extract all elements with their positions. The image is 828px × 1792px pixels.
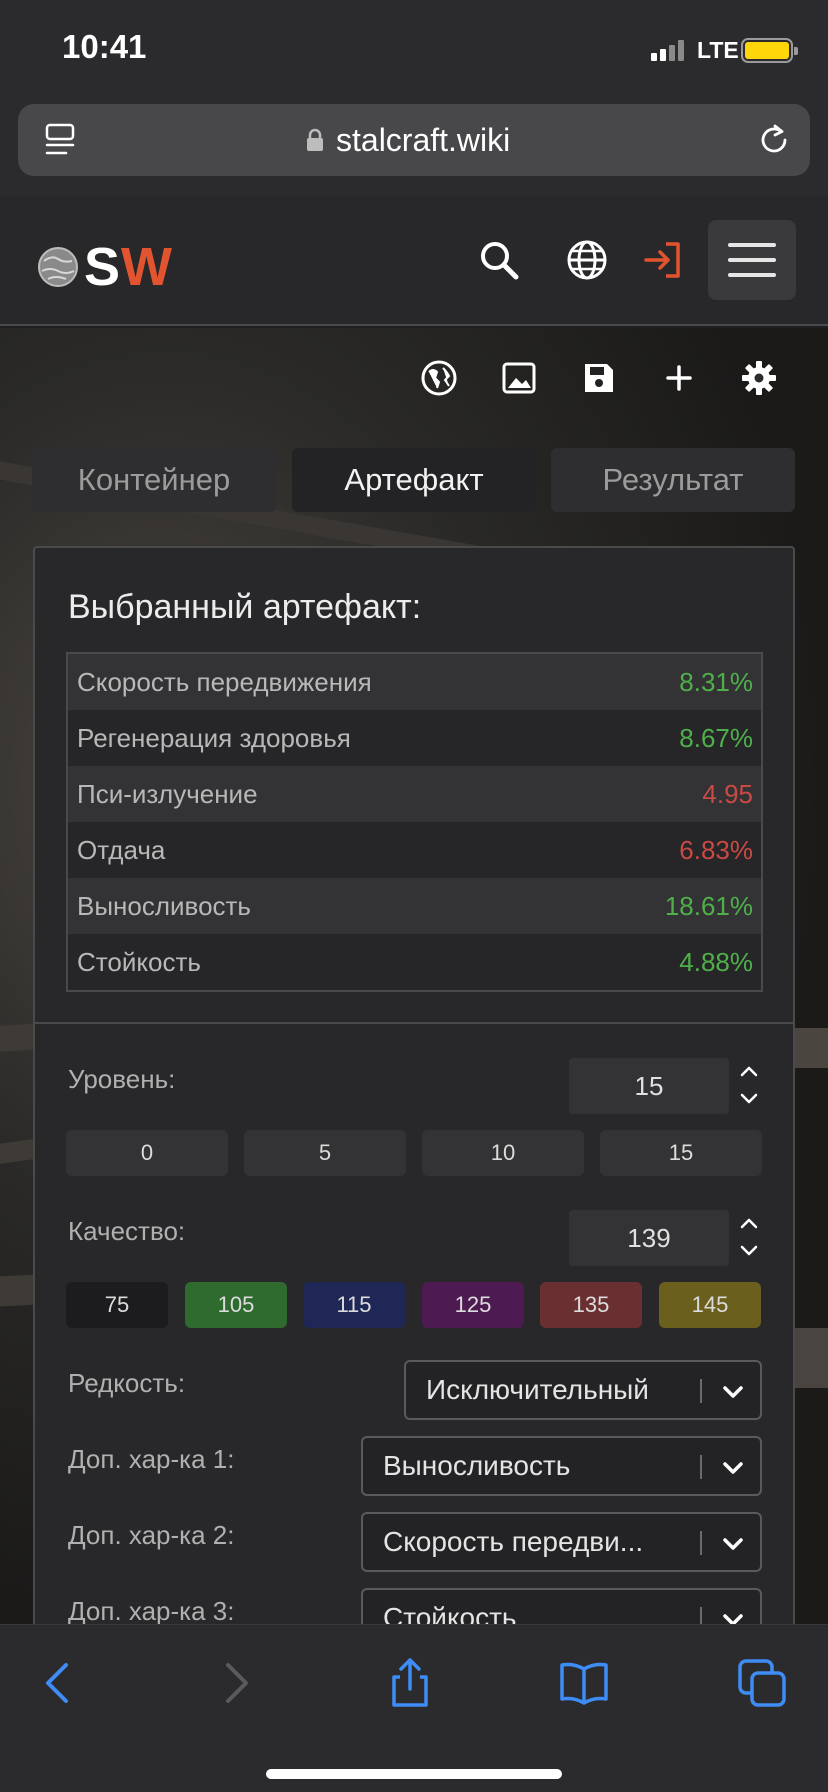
extra-stat-1-value: Выносливость: [383, 1450, 571, 1481]
quality-input[interactable]: 139: [569, 1210, 729, 1266]
stat-label: Пси-излучение: [77, 778, 258, 809]
menu-line: [728, 258, 776, 262]
world-map-icon[interactable]: [419, 358, 459, 398]
site-header: SW: [0, 196, 828, 326]
reload-icon[interactable]: [756, 122, 792, 158]
battery-icon: [741, 38, 798, 63]
extra-stat-1-select[interactable]: Выносливость: [361, 1436, 762, 1496]
lock-icon: [307, 128, 323, 151]
quality-preset-145[interactable]: 145: [659, 1282, 761, 1328]
rarity-value: Исключительный: [426, 1374, 649, 1405]
level-preset-0[interactable]: 0: [66, 1130, 228, 1176]
forward-icon[interactable]: [208, 1655, 264, 1711]
save-icon[interactable]: [579, 358, 619, 398]
share-icon[interactable]: [382, 1655, 438, 1711]
browser-address-area: stalcraft.wiki: [0, 98, 828, 196]
menu-line: [728, 243, 776, 247]
status-time: 10:41: [62, 28, 147, 65]
rarity-label: Редкость:: [68, 1368, 186, 1398]
level-preset-5[interactable]: 5: [244, 1130, 406, 1176]
tab-artifact[interactable]: Артефакт: [292, 448, 536, 512]
stat-label: Скорость передвижения: [77, 666, 372, 697]
stat-value: 8.67%: [679, 722, 753, 753]
extra-stat-2-select[interactable]: Скорость передви...: [361, 1512, 762, 1572]
stat-value: 18.61%: [664, 890, 753, 921]
url-text[interactable]: stalcraft.wiki: [336, 122, 510, 159]
level-input[interactable]: 15: [569, 1058, 729, 1114]
network-type: LTE: [697, 37, 739, 63]
select-separator: [700, 1379, 702, 1403]
stat-value: 4.88%: [679, 946, 753, 977]
extra-stat-2-label: Доп. хар-ка 2:: [68, 1520, 235, 1550]
extra-stat-2-value: Скорость передви...: [383, 1526, 644, 1557]
chevron-down-icon: [723, 1538, 743, 1550]
tab-container[interactable]: Контейнер: [32, 448, 276, 512]
tabs-icon[interactable]: [734, 1655, 790, 1711]
level-label: Уровень:: [68, 1064, 176, 1094]
chevron-down-icon: [723, 1386, 743, 1398]
stat-label: Стойкость: [77, 946, 201, 977]
cellular-signal-icon: [651, 40, 684, 61]
tab-result[interactable]: Результат: [551, 448, 795, 512]
stat-label: Отдача: [77, 834, 166, 865]
logo-globe-icon: [38, 247, 78, 287]
add-icon[interactable]: [659, 358, 699, 398]
quality-preset-135[interactable]: 135: [540, 1282, 642, 1328]
stat-row: Отдача 6.83%: [68, 822, 761, 878]
stat-row: Регенерация здоровья 8.67%: [68, 710, 761, 766]
extra-stat-1-label: Доп. хар-ка 1:: [68, 1444, 235, 1474]
stat-row: Скорость передвижения 8.31%: [68, 654, 761, 710]
stat-row: Стойкость 4.88%: [68, 934, 761, 990]
back-icon[interactable]: [30, 1655, 86, 1711]
reader-mode-icon[interactable]: [44, 122, 76, 158]
stat-value: 8.31%: [679, 666, 753, 697]
stat-label: Регенерация здоровья: [77, 722, 351, 753]
rarity-select[interactable]: Исключительный: [404, 1360, 762, 1420]
quality-preset-125[interactable]: 125: [422, 1282, 524, 1328]
logo-letter-s: S: [84, 237, 122, 297]
stat-label: Выносливость: [77, 890, 251, 921]
select-separator: [700, 1455, 702, 1479]
globe-language-icon[interactable]: [565, 238, 609, 282]
quality-preset-105[interactable]: 105: [185, 1282, 287, 1328]
menu-line: [728, 273, 776, 277]
artifact-panel: Выбранный артефакт: Скорость передвижени…: [33, 546, 795, 1648]
address-bar[interactable]: stalcraft.wiki: [18, 104, 810, 176]
image-icon[interactable]: [499, 358, 539, 398]
site-logo[interactable]: SW: [36, 236, 172, 298]
stat-row: Выносливость 18.61%: [68, 878, 761, 934]
level-preset-15[interactable]: 15: [600, 1130, 762, 1176]
settings-gear-icon[interactable]: [739, 358, 779, 398]
home-indicator: [266, 1769, 562, 1779]
chevron-down-icon: [723, 1462, 743, 1474]
quality-preset-115[interactable]: 115: [303, 1282, 405, 1328]
stat-row: Пси-излучение 4.95: [68, 766, 761, 822]
status-bar: 10:41 LTE: [0, 0, 828, 98]
stat-value: 4.95: [702, 778, 753, 809]
quality-stepper-icon[interactable]: [737, 1212, 761, 1262]
stat-value: 6.83%: [679, 834, 753, 865]
bookmarks-icon[interactable]: [556, 1655, 612, 1711]
hamburger-menu-button[interactable]: [708, 220, 796, 300]
panel-divider: [35, 1022, 793, 1024]
select-separator: [700, 1531, 702, 1555]
level-preset-10[interactable]: 10: [422, 1130, 584, 1176]
login-icon[interactable]: [642, 238, 686, 282]
level-stepper-icon[interactable]: [737, 1060, 761, 1110]
stats-table: Скорость передвижения 8.31% Регенерация …: [66, 652, 763, 992]
quality-label: Качество:: [68, 1216, 186, 1246]
extra-stat-3-label: Доп. хар-ка 3:: [68, 1596, 235, 1626]
search-icon[interactable]: [477, 238, 521, 282]
panel-title: Выбранный артефакт:: [68, 588, 422, 626]
browser-toolbar: [0, 1624, 828, 1792]
quality-preset-75[interactable]: 75: [66, 1282, 168, 1328]
logo-letter-w: W: [121, 237, 172, 297]
